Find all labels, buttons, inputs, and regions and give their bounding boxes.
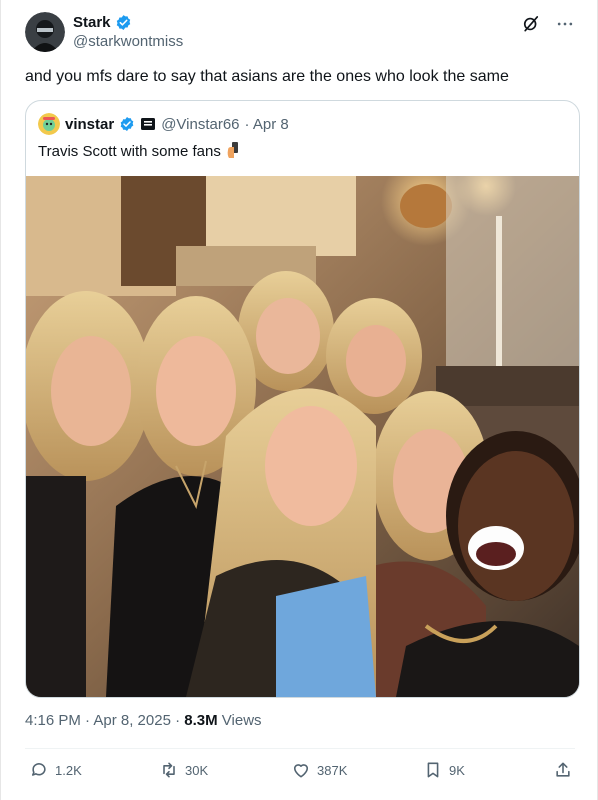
quoted-tweet-text: Travis Scott with some fans xyxy=(38,141,241,163)
author-display-name[interactable]: Stark xyxy=(73,14,111,32)
heart-icon xyxy=(293,764,309,778)
tweet-card: Stark @starkwontmiss and you mfs dare to… xyxy=(0,0,598,800)
repost-icon xyxy=(163,762,175,778)
reply-button[interactable]: 1.2K xyxy=(29,760,82,780)
share-icon xyxy=(556,762,570,777)
quoted-tweet[interactable]: vinstar @Vinstar66 · Apr 8 Travis Scott … xyxy=(25,100,580,698)
views-count: 8.3M xyxy=(184,712,218,729)
quoted-author-handle[interactable]: @Vinstar66 xyxy=(161,116,239,133)
bookmark-button[interactable]: 9K xyxy=(423,760,465,780)
author-avatar[interactable] xyxy=(25,12,65,52)
divider xyxy=(25,748,575,749)
quoted-tweet-text-body: Travis Scott with some fans xyxy=(38,143,221,160)
reply-count: 1.2K xyxy=(55,762,82,778)
verified-badge-icon xyxy=(116,15,130,30)
quoted-author-name[interactable]: vinstar xyxy=(65,116,114,133)
reply-icon xyxy=(31,763,46,776)
affiliate-badge-icon xyxy=(141,118,156,130)
bookmark-icon xyxy=(427,762,439,778)
repost-button[interactable]: 30K xyxy=(159,760,208,780)
views-label: Views xyxy=(217,712,262,729)
quoted-verified-badge-icon xyxy=(120,117,134,131)
grok-icon[interactable] xyxy=(521,14,541,34)
action-bar: 1.2K 30K 387K 9K xyxy=(25,760,575,788)
tweet-timestamp[interactable]: 4:16 PM · Apr 8, 2025 · xyxy=(25,712,184,729)
share-button[interactable] xyxy=(553,760,573,780)
repost-count: 30K xyxy=(185,762,209,778)
like-button[interactable]: 387K xyxy=(291,760,347,780)
quoted-author-avatar[interactable] xyxy=(38,113,60,135)
tweet-meta: 4:16 PM · Apr 8, 2025 · 8.3M Views xyxy=(25,712,262,729)
person-back-2 xyxy=(326,298,422,414)
quoted-tweet-date[interactable]: · Apr 8 xyxy=(245,116,289,133)
quoted-tweet-photo[interactable] xyxy=(26,176,579,697)
quoted-tweet-header: vinstar @Vinstar66 · Apr 8 xyxy=(38,113,289,135)
more-icon[interactable] xyxy=(555,14,575,34)
tweet-header: Stark @starkwontmiss xyxy=(25,10,183,54)
tweet-text: and you mfs dare to say that asians are … xyxy=(25,68,509,85)
like-count: 387K xyxy=(317,762,348,778)
selfie-emoji-icon xyxy=(225,141,241,163)
author-handle[interactable]: @starkwontmiss xyxy=(73,33,183,51)
bookmark-count: 9K xyxy=(449,762,465,778)
